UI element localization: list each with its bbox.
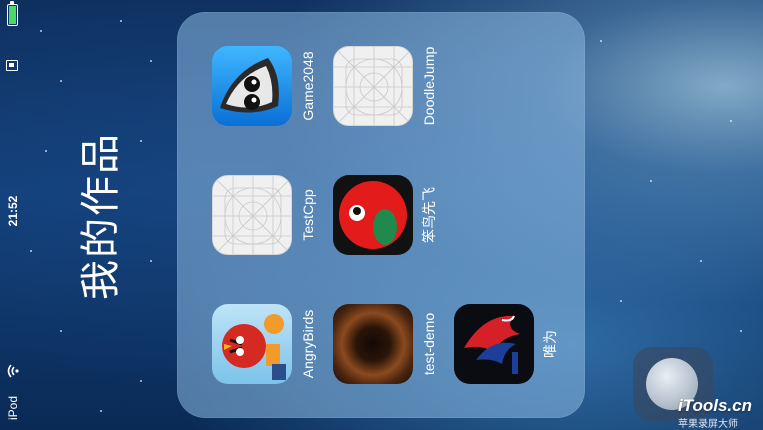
- app-label: DoodleJump: [421, 46, 437, 126]
- red-bird-icon: [333, 175, 413, 255]
- watermark-main: iTools.cn: [678, 396, 752, 415]
- placeholder-grid-icon: [212, 175, 292, 255]
- app-label: AngryBirds: [300, 309, 316, 379]
- app-label: 笨鸟先飞: [421, 187, 437, 243]
- carrier-label: iPod: [6, 395, 20, 421]
- battery-icon: [7, 1, 18, 26]
- folder-panel: Game2048 DoodleJump TestCpp 笨鸟先飞 AngryBi…: [177, 12, 585, 418]
- battery-level-fill: [9, 6, 16, 24]
- angry-birds-icon: [212, 304, 292, 384]
- app-doodlejump[interactable]: DoodleJump: [333, 46, 453, 166]
- app-angrybirds[interactable]: AngryBirds: [212, 304, 332, 424]
- brown-swirl-icon: [333, 304, 413, 384]
- eagle-logo-icon: [454, 304, 534, 384]
- app-label: TestCpp: [300, 189, 316, 241]
- app-label: 唯为: [542, 330, 558, 358]
- game2048-icon: [212, 46, 292, 126]
- app-testcpp[interactable]: TestCpp: [212, 175, 332, 295]
- rotation-lock-icon: [6, 60, 18, 71]
- status-bar: 21:52 iPod: [0, 0, 26, 430]
- app-weiwei[interactable]: 唯为: [454, 304, 574, 424]
- app-game2048[interactable]: Game2048: [212, 46, 332, 166]
- app-label: Game2048: [300, 51, 316, 121]
- app-label: test-demo: [421, 312, 437, 376]
- app-test-demo[interactable]: test-demo: [333, 304, 453, 424]
- wifi-icon: [7, 364, 19, 378]
- status-time: 21:52: [6, 195, 20, 227]
- watermark-sub: 苹果录屏大师: [678, 419, 738, 430]
- app-flappy-bird[interactable]: 笨鸟先飞: [333, 175, 453, 295]
- folder-title[interactable]: 我的作品: [68, 132, 126, 300]
- placeholder-grid-icon: [333, 46, 413, 126]
